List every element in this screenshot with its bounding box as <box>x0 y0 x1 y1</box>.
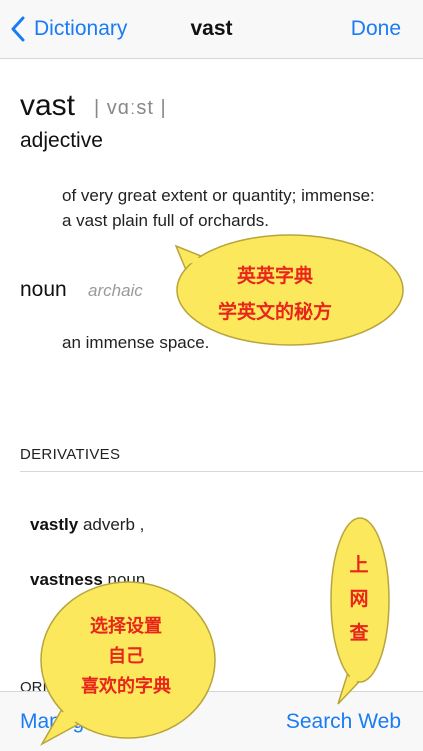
bottom-toolbar: Manage Search Web <box>0 691 423 751</box>
example-text: a vast plain full of orchards. <box>62 211 269 230</box>
search-web-button[interactable]: Search Web <box>286 710 401 734</box>
headword: vast <box>20 89 76 122</box>
register-tag: archaic <box>88 281 143 300</box>
definition-noun: an immense space. <box>62 333 210 352</box>
derivative-item: vastness noun <box>30 570 145 590</box>
derivatives-header: DERIVATIVES <box>20 446 121 463</box>
part-of-speech-noun: noun <box>20 278 67 301</box>
chevron-left-icon <box>11 16 25 42</box>
navigation-bar: Dictionary vast Done <box>0 0 423 59</box>
derivative-word: vastly <box>30 515 79 534</box>
back-button-label: Dictionary <box>34 17 128 40</box>
definition-adjective: of very great extent or quantity; immens… <box>62 183 375 233</box>
derivative-pos: adverb , <box>82 515 145 534</box>
dictionary-entry: vast | vɑːst | adjective of very great e… <box>0 59 423 691</box>
derivative-pos: noun <box>107 570 146 589</box>
section-divider <box>20 471 423 472</box>
origin-header: ORI <box>20 679 47 691</box>
derivative-item: vastly adverb , <box>30 515 144 535</box>
definition-text: of very great extent or quantity; immens… <box>62 186 375 205</box>
derivative-word: vastness <box>30 570 103 589</box>
pronunciation: | vɑːst | <box>94 97 167 119</box>
back-button[interactable]: Dictionary <box>10 13 127 45</box>
manage-button[interactable]: Manage <box>20 710 96 734</box>
done-button[interactable]: Done <box>351 17 401 41</box>
part-of-speech-adjective: adjective <box>20 129 103 152</box>
